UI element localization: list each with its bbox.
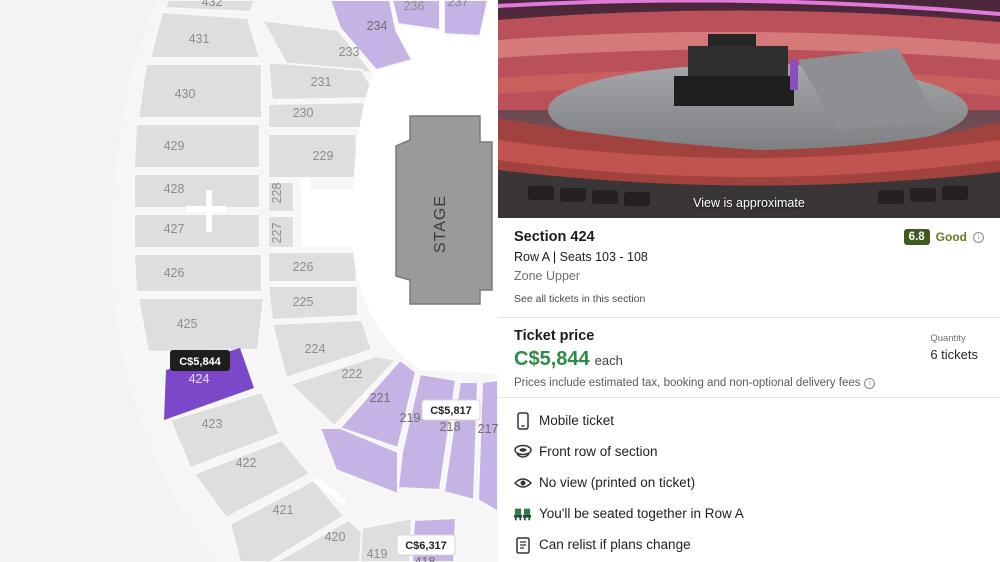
label-430: 430 [175, 87, 196, 101]
zone-label: Zone Upper [514, 269, 581, 283]
label-218: 218 [440, 420, 461, 434]
price-tag-219[interactable]: C$5,817 [421, 399, 481, 421]
section-428[interactable] [133, 173, 261, 209]
feature-relist: Can relist if plans change [514, 529, 984, 560]
label-231: 231 [311, 75, 332, 89]
row-and-seats: Row A | Seats 103 - 108 [514, 250, 648, 264]
label-224: 224 [305, 342, 326, 356]
info-icon[interactable]: i [973, 231, 984, 243]
feature-label: No view (printed on ticket) [539, 475, 696, 490]
price-title: Ticket price [514, 328, 595, 344]
feature-label: Mobile ticket [539, 413, 615, 428]
divider [498, 397, 1000, 398]
label-424: 424 [189, 372, 210, 386]
label-427: 427 [164, 222, 185, 236]
label-226: 226 [293, 260, 314, 274]
section-230[interactable] [267, 100, 374, 129]
mobile-phone-icon [514, 411, 532, 430]
svg-text:C$6,317: C$6,317 [405, 540, 447, 552]
feature-seated-together: You'll be seated together in Row A [514, 498, 984, 529]
label-225: 225 [293, 295, 314, 309]
seats-together-icon [514, 505, 532, 523]
view-from-seat-photo: View is approximate [498, 0, 1000, 218]
eye-icon [514, 474, 532, 492]
price-block: Ticket price C$5,844 each Prices include… [514, 328, 984, 389]
label-421: 421 [273, 503, 294, 517]
label-233: 233 [339, 45, 360, 59]
ticket-features-list: Mobile ticket Front row of section No vi… [514, 405, 984, 560]
seat-rating[interactable]: 6.8 Good i [903, 229, 984, 245]
section-427[interactable] [133, 213, 261, 249]
price-tag-424[interactable]: C$5,844 [170, 350, 230, 371]
price-tag-418[interactable]: C$6,317 [396, 534, 456, 556]
label-432: 432 [202, 0, 223, 9]
quantity-label: Quantity [930, 333, 966, 344]
quantity[interactable]: Quantity 6 tickets [930, 333, 978, 362]
label-222: 222 [342, 367, 363, 381]
label-236: 236 [404, 0, 425, 13]
feature-mobile-ticket: Mobile ticket [514, 405, 984, 436]
label-426: 426 [164, 266, 185, 280]
relist-ticket-icon [514, 536, 532, 554]
feature-label: You'll be seated together in Row A [539, 506, 744, 521]
label-431: 431 [189, 32, 210, 46]
quantity-value: 6 tickets [930, 347, 978, 362]
divider [498, 317, 1000, 318]
label-425: 425 [177, 317, 198, 331]
rating-label: Good [935, 230, 967, 244]
rating-score-badge: 6.8 [903, 229, 930, 245]
label-423: 423 [202, 417, 223, 431]
seat-map[interactable]: STAGE 432 236 237 234 233 431 231 430 23… [0, 0, 498, 562]
price-amount: C$5,844 [514, 348, 590, 370]
label-230: 230 [293, 106, 314, 120]
label-219: 219 [400, 411, 421, 425]
price-note-text: Prices include estimated tax, booking an… [514, 377, 861, 389]
label-428: 428 [164, 182, 185, 196]
ticket-details-panel: View is approximate Section 424 Row A | … [498, 0, 1000, 562]
feature-label: Front row of section [539, 444, 658, 459]
view-approximate-caption: View is approximate [693, 196, 805, 210]
label-429: 429 [164, 139, 185, 153]
info-icon[interactable]: i [864, 377, 876, 389]
section-425[interactable] [136, 297, 266, 354]
stage-label: STAGE [432, 195, 449, 253]
feature-no-view: No view (printed on ticket) [514, 467, 984, 498]
see-all-tickets-link[interactable]: See all tickets in this section [514, 293, 984, 305]
section-217[interactable] [476, 378, 498, 514]
label-422: 422 [236, 456, 257, 470]
svg-text:C$5,844: C$5,844 [179, 356, 221, 368]
section-430[interactable] [136, 63, 263, 119]
label-229: 229 [313, 149, 334, 163]
feature-front-row: Front row of section [514, 436, 984, 467]
stadium-row-icon [514, 443, 532, 461]
label-418: 418 [415, 555, 436, 562]
section-429[interactable] [132, 123, 261, 169]
label-234: 234 [367, 19, 388, 33]
label-228: 228 [270, 183, 284, 204]
label-217: 217 [478, 422, 498, 436]
label-237: 237 [448, 0, 469, 9]
label-419: 419 [367, 547, 388, 561]
svg-text:C$5,817: C$5,817 [430, 405, 472, 417]
section-426[interactable] [132, 253, 263, 293]
label-227: 227 [270, 223, 284, 244]
price-each: each [594, 353, 623, 368]
label-221: 221 [370, 391, 391, 405]
feature-label: Can relist if plans change [539, 537, 691, 552]
price-note: Prices include estimated tax, booking an… [514, 377, 984, 389]
label-420: 420 [325, 530, 346, 544]
